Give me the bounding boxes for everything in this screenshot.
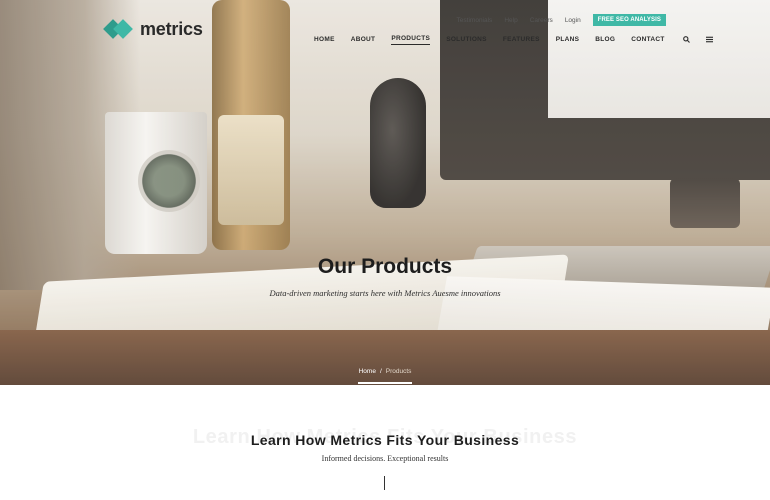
nav-item-contact[interactable]: CONTACT [631, 36, 664, 45]
hero-overlay [0, 0, 770, 385]
nav-item-plans[interactable]: PLANS [556, 36, 580, 45]
page-subtitle: Data-driven marketing starts here with M… [269, 288, 501, 298]
main-nav: HOME ABOUT PRODUCTS SOLUTIONS FEATURES P… [314, 35, 727, 45]
breadcrumb-home[interactable]: Home [359, 368, 376, 375]
top-utility-bar: Testimonials Help Careers Login FREE SEO… [457, 14, 666, 26]
nav-item-features[interactable]: FEATURES [503, 36, 540, 45]
logo-text: metrics [140, 18, 203, 39]
nav-item-home[interactable]: HOME [314, 36, 335, 45]
breadcrumb-separator: / [379, 368, 382, 375]
nav-item-blog[interactable]: BLOG [595, 36, 615, 45]
topbar-link-help[interactable]: Help [504, 17, 517, 24]
free-seo-analysis-button[interactable]: FREE SEO ANALYSIS [592, 14, 666, 26]
topbar-link-careers[interactable]: Careers [530, 17, 553, 24]
section-divider [384, 476, 385, 490]
logo-mark-icon [103, 18, 134, 40]
nav-item-solutions[interactable]: SOLUTIONS [446, 36, 487, 45]
nav-item-products[interactable]: PRODUCTS [391, 35, 431, 45]
nav-item-about[interactable]: ABOUT [351, 36, 376, 45]
topbar-link-testimonials[interactable]: Testimonials [457, 17, 493, 24]
section-subtitle: Informed decisions. Exceptional results [321, 454, 449, 463]
page-title: Our Products [317, 255, 453, 278]
breadcrumb-underline [358, 382, 412, 384]
section-title: Learn How Metrics Fits Your Business [250, 432, 520, 448]
topbar-link-login[interactable]: Login [565, 17, 581, 24]
site-logo[interactable]: metrics [103, 18, 203, 40]
hero-banner [0, 0, 770, 385]
breadcrumb: Home / Products [0, 368, 770, 375]
breadcrumb-current: Products [385, 368, 412, 375]
search-icon[interactable] [682, 35, 690, 45]
menu-icon[interactable] [705, 36, 713, 45]
